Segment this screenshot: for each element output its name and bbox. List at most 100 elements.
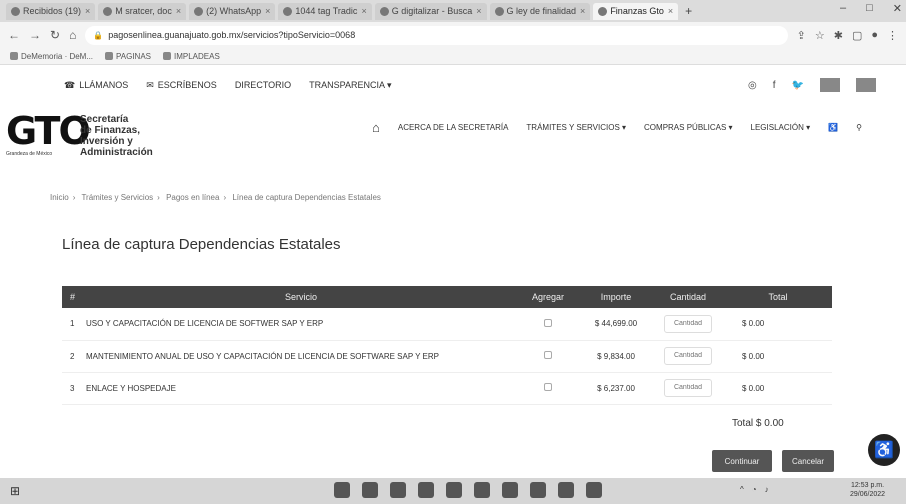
nav-transparencia[interactable]: TRANSPARENCIA ▾: [309, 80, 391, 91]
browser-menu-icon[interactable]: ⋮: [887, 29, 898, 42]
close-tab-icon[interactable]: ×: [265, 6, 270, 16]
quantity-input[interactable]: [664, 379, 712, 397]
volume-icon[interactable]: ♪: [765, 485, 769, 494]
close-tab-icon[interactable]: ×: [361, 6, 366, 16]
windows-start-icon[interactable]: ⊞: [10, 484, 20, 498]
sidebar-icon[interactable]: ▢: [852, 29, 862, 42]
breadcrumb-current: Línea de captura Dependencias Estatales: [232, 193, 381, 202]
task-view-icon[interactable]: [334, 482, 350, 498]
minimize-icon[interactable]: –: [840, 2, 846, 15]
nav-llamanos[interactable]: ☎ LLÁMANOS: [64, 80, 128, 91]
reload-icon[interactable]: ↻: [50, 28, 60, 42]
table-row: 3 ENLACE Y HOSPEDAJE $ 6,237.00 $ 0.00: [62, 372, 832, 404]
breadcrumb-item[interactable]: Pagos en línea: [166, 193, 219, 202]
window-controls: – □ ✕: [840, 2, 902, 15]
browser-tab[interactable]: M sratcer, doc ×: [98, 2, 187, 20]
service-name: USO Y CAPACITACIÓN DE LICENCIA DE SOFTWE…: [86, 319, 324, 329]
app-icon[interactable]: [446, 482, 462, 498]
file-explorer-icon[interactable]: [390, 482, 406, 498]
share-icon[interactable]: ⇪: [797, 29, 806, 42]
grand-total: Total $ 0.00: [732, 418, 784, 429]
app-icon[interactable]: [586, 482, 602, 498]
bookmark-item[interactable]: PAGINAS: [105, 52, 151, 61]
profile-avatar-icon[interactable]: ●: [871, 29, 878, 41]
twitter-icon[interactable]: 🐦: [792, 80, 804, 91]
accessibility-button[interactable]: ♿: [868, 434, 900, 466]
bookmark-star-icon[interactable]: ☆: [815, 29, 825, 42]
menu-compras[interactable]: COMPRAS PÚBLICAS ▾: [644, 123, 732, 132]
menu-legislacion[interactable]: LEGISLACIÓN ▾: [751, 123, 811, 132]
tray-chevron-icon[interactable]: ^: [740, 485, 744, 494]
extensions-icon[interactable]: ✱: [834, 29, 843, 42]
quantity-input[interactable]: [664, 347, 712, 365]
whatsapp-icon: [194, 6, 204, 16]
google-icon: [379, 6, 389, 16]
system-tray: ^ ◔ ♪: [740, 485, 769, 494]
importe-value: $ 44,699.00: [594, 319, 638, 329]
menu-tramites[interactable]: TRÁMITES Y SERVICIOS ▾: [526, 123, 626, 132]
tab-favicon-icon: [283, 6, 293, 16]
row-number: 1: [70, 319, 75, 329]
accessibility-icon[interactable]: ♿: [828, 123, 838, 132]
browser-tab[interactable]: 1044 tag Tradic ×: [278, 2, 372, 20]
nav-escribenos[interactable]: ✉ ESCRÍBENOS: [146, 80, 217, 91]
accessibility-icon: ♿: [874, 442, 894, 459]
cancelar-button[interactable]: Cancelar: [782, 450, 834, 472]
importe-value: $ 6,237.00: [597, 383, 635, 393]
back-icon[interactable]: ←: [8, 28, 20, 42]
gto-logo[interactable]: GTO Grandeza de México: [6, 112, 91, 164]
home-icon[interactable]: ⌂: [372, 120, 380, 135]
close-window-icon[interactable]: ✕: [893, 2, 902, 15]
breadcrumb-item[interactable]: Inicio: [50, 193, 69, 202]
new-tab-button[interactable]: +: [681, 4, 696, 18]
nav-directorio[interactable]: DIRECTORIO: [235, 80, 291, 90]
phone-icon: ☎: [64, 79, 76, 90]
close-tab-icon[interactable]: ×: [668, 6, 673, 16]
search-icon[interactable]: ⚲: [856, 123, 862, 132]
search-icon[interactable]: [362, 482, 378, 498]
address-bar-row: ← → ↻ ⌂ 🔒 pagosenlinea.guanajuato.gob.mx…: [0, 22, 906, 48]
instagram-icon[interactable]: ◎: [748, 80, 757, 91]
close-tab-icon[interactable]: ×: [580, 6, 585, 16]
app-icon[interactable]: [418, 482, 434, 498]
add-checkbox[interactable]: [544, 383, 552, 391]
secretaria-name: Secretaría de Finanzas, Inversión y Admi…: [80, 114, 153, 158]
continuar-button[interactable]: Continuar: [712, 450, 772, 472]
app-icon[interactable]: [474, 482, 490, 498]
forward-icon[interactable]: →: [29, 28, 41, 42]
browser-tab-active[interactable]: Finanzas Gto ×: [593, 2, 679, 20]
facebook-icon[interactable]: f: [773, 80, 776, 91]
breadcrumb-item[interactable]: Trámites y Servicios: [81, 193, 153, 202]
add-checkbox[interactable]: [544, 351, 552, 359]
bookmark-item[interactable]: IMPLADEAS: [163, 52, 220, 61]
url-input[interactable]: 🔒 pagosenlinea.guanajuato.gob.mx/servici…: [85, 25, 788, 45]
browser-tab[interactable]: (2) WhatsApp ×: [189, 2, 276, 20]
bookmark-item[interactable]: DeMemoria · DeM...: [10, 52, 93, 61]
tab-favicon-icon: [598, 6, 608, 16]
service-name: MANTENIMIENTO ANUAL DE USO Y CAPACITACIÓ…: [86, 351, 439, 361]
column-header-total: Total: [724, 286, 832, 308]
bookmark-favicon-icon: [105, 52, 114, 61]
importe-value: $ 9,834.00: [597, 351, 635, 361]
column-header-agregar: Agregar: [516, 286, 580, 308]
close-tab-icon[interactable]: ×: [85, 6, 90, 16]
add-checkbox[interactable]: [544, 318, 552, 327]
row-number: 2: [70, 351, 75, 361]
browser-tab[interactable]: G ley de finalidad ×: [489, 2, 591, 20]
app-icon[interactable]: [530, 482, 546, 498]
browser-tab[interactable]: G digitalizar - Busca ×: [374, 2, 487, 20]
close-tab-icon[interactable]: ×: [476, 6, 481, 16]
mail-icon: ✉: [146, 79, 154, 90]
browser-tab[interactable]: Recibidos (19) ×: [6, 2, 96, 20]
menu-acerca[interactable]: ACERCA DE LA SECRETARÍA: [398, 123, 509, 132]
maximize-icon[interactable]: □: [866, 2, 873, 15]
network-icon[interactable]: ◔: [752, 485, 757, 494]
chrome-icon[interactable]: [502, 482, 518, 498]
app-icon[interactable]: [558, 482, 574, 498]
quantity-input[interactable]: [664, 314, 712, 333]
close-tab-icon[interactable]: ×: [176, 6, 181, 16]
home-icon[interactable]: ⌂: [69, 28, 76, 42]
column-header-number: #: [62, 286, 86, 308]
taskbar-clock[interactable]: 12:53 p.m. 29/06/2022: [850, 481, 885, 499]
lock-icon: 🔒: [93, 30, 104, 40]
